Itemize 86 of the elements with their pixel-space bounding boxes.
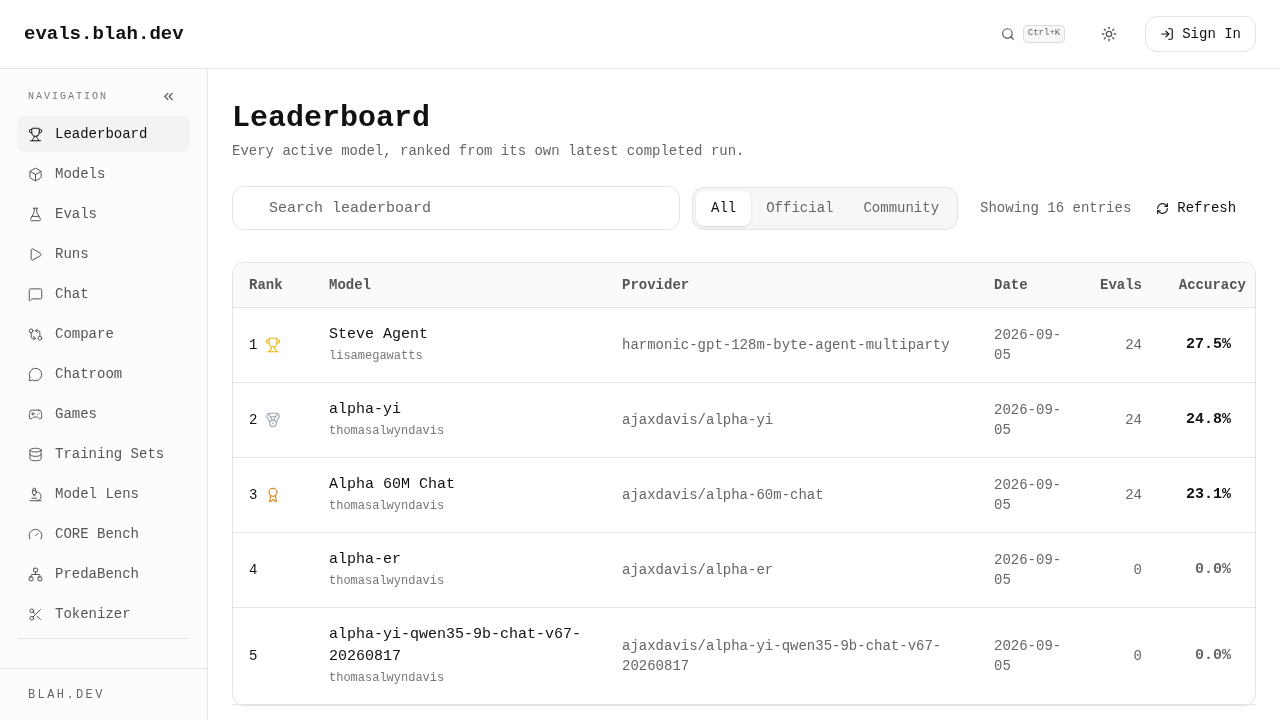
gauge-icon [28,526,43,542]
evals-cell-text: 24 [1124,410,1142,430]
refresh-button[interactable]: Refresh [1156,197,1237,219]
gamepad-icon [28,406,43,422]
theme-toggle-icon[interactable] [1101,26,1118,42]
compare-icon [28,326,43,342]
model-owner: thomasalwyndavis [329,423,446,440]
flask-icon [28,206,43,222]
evals-cell-text: 24 [1124,335,1142,355]
column-header: Model [329,275,372,295]
model-name[interactable]: alpha-yi-qwen35-9b-chat-v67-20260817 [329,624,602,668]
provider-cell-text: ajaxdavis/alpha-yi [622,411,775,430]
model-name[interactable]: Alpha 60M Chat [329,474,602,496]
rank-number: 2 [249,410,258,430]
sign-in-icon [1160,27,1175,41]
evals-cell-text: 0 [1132,646,1142,666]
nav-item[interactable]: Evals [17,196,190,232]
nav-item[interactable]: Training Sets [17,436,190,472]
provider-cell-text: ajaxdavis/alpha-er [622,561,775,580]
model-owner: thomasalwyndavis [329,498,446,515]
column-header: Provider [622,275,691,295]
trophy-icon [265,337,282,353]
nav-item[interactable]: Runs [17,236,190,272]
model-name[interactable]: Steve Agent [329,324,602,346]
accuracy-cell-text: 23.1% [1185,484,1232,505]
accuracy-cell-text: 27.5% [1185,334,1232,355]
date-cell-text: 2026-09-05 [994,326,1063,365]
model-owner: thomasalwyndavis [329,670,446,687]
accuracy-cell-text: 24.8% [1185,409,1232,430]
footer-brand: BLAH.DEV [28,686,105,704]
trophy-icon [28,126,43,142]
rank-number: 5 [249,646,258,666]
cube-icon [28,166,43,182]
filter-tab[interactable]: Official [751,190,849,226]
nav-heading: NAVIGATION [28,90,108,104]
rank-number: 4 [249,560,258,580]
nav-item[interactable]: Model Lens [17,476,190,512]
nav-item[interactable]: Chatroom [17,356,190,392]
model-owner: lisamegawatts [329,348,424,365]
date-cell-text: 2026-09-05 [994,551,1063,590]
play-icon [28,246,43,262]
filter-tab[interactable]: Community [848,190,955,226]
evals-cell-text: 0 [1132,560,1142,580]
nav-item[interactable]: PredaBench [17,556,190,592]
nav-item[interactable]: Games [17,396,190,432]
medal-icon [265,412,282,428]
column-header: Rank [248,275,284,295]
page-subtitle: Every active model, ranked from its own latest completed run. [232,142,746,161]
date-cell-text: 2026-09-05 [994,637,1063,676]
database-icon [28,446,43,462]
hierarchy-icon [28,566,43,582]
chat-icon [28,286,43,302]
sign-in-button[interactable]: Sign In [1145,16,1256,52]
column-header: Date [994,275,1029,295]
refresh-icon [1156,201,1170,215]
model-name[interactable]: alpha-er [329,549,602,571]
provider-cell-text: ajaxdavis/alpha-yi-qwen35-9b-chat-v67-20260817 [622,637,943,676]
nav-item[interactable]: Leaderboard [17,116,190,152]
site-title[interactable]: evals.blah.dev [24,19,184,49]
model-owner: thomasalwyndavis [329,573,446,590]
rank-number: 3 [249,485,258,505]
date-cell-text: 2026-09-05 [994,401,1063,440]
shortcut-key: Ctrl+K [1022,25,1066,43]
page-title: Leaderboard [232,100,432,137]
evals-cell-text: 24 [1124,485,1142,505]
nav-item[interactable]: Tokenizer [17,596,190,632]
nav-item[interactable]: CORE Bench [17,516,190,552]
search-field[interactable]: Search leaderboard [232,186,680,230]
chat-bubble-icon [28,366,43,382]
column-header: Evals [1099,275,1142,295]
scissors-icon [28,606,43,622]
entry-count: Showing 16 entries [980,198,1132,218]
nav-item[interactable]: Chat [17,276,190,312]
search-icon[interactable] [1000,27,1015,41]
filter-tab[interactable]: All [696,190,752,226]
date-cell-text: 2026-09-05 [994,476,1063,515]
rank-number: 1 [249,335,258,355]
microscope-icon [28,486,43,502]
nav-item[interactable]: Models [17,156,190,192]
accuracy-cell-text: 0.0% [1194,559,1232,580]
nav-item[interactable]: Compare [17,316,190,352]
model-name[interactable]: alpha-yi [329,399,602,421]
provider-cell-text: harmonic-gpt-128m-byte-agent-multiparty [622,336,951,355]
column-header: Accuracy [1177,275,1246,295]
accuracy-cell-text: 0.0% [1194,645,1232,666]
provider-cell-text: ajaxdavis/alpha-60m-chat [622,486,825,505]
